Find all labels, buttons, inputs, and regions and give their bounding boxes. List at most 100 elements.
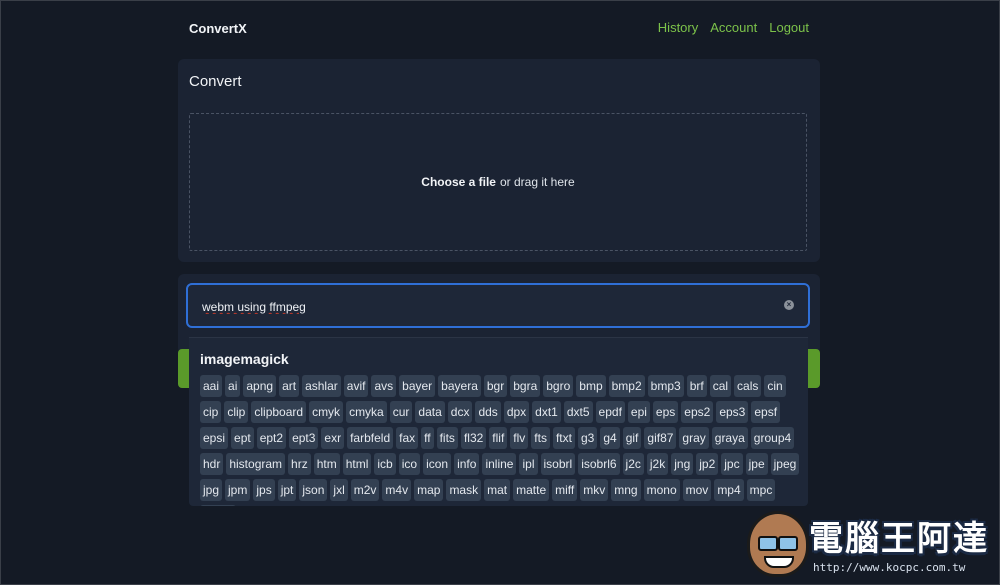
format-option-epi[interactable]: epi — [627, 401, 650, 423]
format-option-m4v[interactable]: m4v — [382, 479, 412, 501]
format-option-g3[interactable]: g3 — [577, 427, 598, 449]
format-option-json[interactable]: json — [299, 479, 328, 501]
format-option-flif[interactable]: flif — [489, 427, 508, 449]
format-option-avif[interactable]: avif — [343, 375, 369, 397]
format-option-cal[interactable]: cal — [709, 375, 732, 397]
format-option-epsf[interactable]: epsf — [751, 401, 781, 423]
format-option-bgr[interactable]: bgr — [483, 375, 508, 397]
target-search-box[interactable]: × — [186, 283, 810, 328]
format-option-jpt[interactable]: jpt — [277, 479, 297, 501]
format-option-aai[interactable]: aai — [200, 375, 223, 397]
format-option-ai[interactable]: ai — [225, 375, 241, 397]
format-option-gray[interactable]: gray — [679, 427, 709, 449]
format-option-cin[interactable]: cin — [764, 375, 786, 397]
format-option-map[interactable]: map — [414, 479, 444, 501]
format-option-isobrl[interactable]: isobrl — [540, 453, 576, 475]
format-option-cur[interactable]: cur — [389, 401, 413, 423]
format-option-ept2[interactable]: ept2 — [256, 427, 287, 449]
format-option-jpm[interactable]: jpm — [225, 479, 251, 501]
format-option-j2k[interactable]: j2k — [646, 453, 669, 475]
format-option-art[interactable]: art — [279, 375, 300, 397]
format-option-brf[interactable]: brf — [686, 375, 707, 397]
format-option-epsi[interactable]: epsi — [200, 427, 229, 449]
format-option-eps[interactable]: eps — [652, 401, 679, 423]
format-option-ashlar[interactable]: ashlar — [302, 375, 341, 397]
format-option-html[interactable]: html — [342, 453, 372, 475]
format-option-gif[interactable]: gif — [622, 427, 642, 449]
target-search-input[interactable] — [200, 296, 764, 318]
format-option-mp4[interactable]: mp4 — [714, 479, 744, 501]
format-option-jng[interactable]: jng — [671, 453, 694, 475]
brand-logo[interactable]: ConvertX — [189, 21, 247, 36]
format-option-dpx[interactable]: dpx — [503, 401, 530, 423]
format-option-eps2[interactable]: eps2 — [681, 401, 714, 423]
format-option-ftxt[interactable]: ftxt — [552, 427, 575, 449]
format-option-cmyk[interactable]: cmyk — [309, 401, 344, 423]
format-option-mpc[interactable]: mpc — [746, 479, 776, 501]
format-option-matte[interactable]: matte — [513, 479, 550, 501]
format-option-data[interactable]: data — [415, 401, 445, 423]
nav-link-history[interactable]: History — [658, 20, 698, 35]
format-option-fits[interactable]: fits — [436, 427, 458, 449]
format-option-mng[interactable]: mng — [611, 479, 641, 501]
format-option-mkv[interactable]: mkv — [580, 479, 609, 501]
format-option-mono[interactable]: mono — [643, 479, 680, 501]
format-option-fax[interactable]: fax — [396, 427, 419, 449]
nav-link-logout[interactable]: Logout — [769, 20, 809, 35]
format-option-jpg[interactable]: jpg — [200, 479, 223, 501]
format-option-bayera[interactable]: bayera — [438, 375, 481, 397]
format-option-m2v[interactable]: m2v — [350, 479, 380, 501]
format-option-dcx[interactable]: dcx — [447, 401, 473, 423]
format-option-bmp3[interactable]: bmp3 — [647, 375, 684, 397]
format-option-dds[interactable]: dds — [475, 401, 501, 423]
format-option-fl32[interactable]: fl32 — [460, 427, 487, 449]
format-option-bmp2[interactable]: bmp2 — [608, 375, 645, 397]
format-option-ept[interactable]: ept — [231, 427, 254, 449]
format-option-jpc[interactable]: jpc — [721, 453, 743, 475]
format-option-miff[interactable]: miff — [552, 479, 578, 501]
format-option-apng[interactable]: apng — [243, 375, 277, 397]
clear-icon[interactable]: × — [784, 300, 794, 310]
format-option-mat[interactable]: mat — [484, 479, 511, 501]
format-option-dxt5[interactable]: dxt5 — [563, 401, 593, 423]
format-option-hdr[interactable]: hdr — [200, 453, 224, 475]
format-option-info[interactable]: info — [454, 453, 480, 475]
format-option-eps3[interactable]: eps3 — [716, 401, 749, 423]
choose-file-link[interactable]: Choose a file — [421, 175, 496, 189]
format-option-hrz[interactable]: hrz — [288, 453, 311, 475]
format-option-isobrl6[interactable]: isobrl6 — [578, 453, 620, 475]
format-option-dxt1[interactable]: dxt1 — [532, 401, 561, 423]
format-option-ept3[interactable]: ept3 — [289, 427, 319, 449]
format-option-ico[interactable]: ico — [398, 453, 421, 475]
format-option-bgro[interactable]: bgro — [543, 375, 574, 397]
format-option-bayer[interactable]: bayer — [399, 375, 436, 397]
format-option-mov[interactable]: mov — [682, 479, 712, 501]
format-option-clipboard[interactable]: clipboard — [251, 401, 307, 423]
format-option-fts[interactable]: fts — [531, 427, 550, 449]
format-option-cmyka[interactable]: cmyka — [346, 401, 387, 423]
format-option-mpeg[interactable]: mpeg — [200, 505, 237, 506]
format-option-j2c[interactable]: j2c — [622, 453, 644, 475]
format-option-bmp[interactable]: bmp — [576, 375, 606, 397]
format-option-ipl[interactable]: ipl — [519, 453, 538, 475]
format-option-bgra[interactable]: bgra — [510, 375, 541, 397]
format-option-epdf[interactable]: epdf — [595, 401, 625, 423]
format-option-inline[interactable]: inline — [482, 453, 517, 475]
format-option-g4[interactable]: g4 — [600, 427, 620, 449]
format-option-icb[interactable]: icb — [374, 453, 396, 475]
format-option-jxl[interactable]: jxl — [330, 479, 348, 501]
format-option-cals[interactable]: cals — [734, 375, 762, 397]
format-option-gif87[interactable]: gif87 — [644, 427, 677, 449]
format-option-exr[interactable]: exr — [321, 427, 345, 449]
format-option-jps[interactable]: jps — [253, 479, 275, 501]
format-option-icon[interactable]: icon — [423, 453, 452, 475]
format-option-graya[interactable]: graya — [711, 427, 748, 449]
format-option-farbfeld[interactable]: farbfeld — [347, 427, 394, 449]
format-option-cip[interactable]: cip — [200, 401, 222, 423]
format-option-group4[interactable]: group4 — [750, 427, 795, 449]
format-option-histogram[interactable]: histogram — [226, 453, 286, 475]
format-option-jp2[interactable]: jp2 — [696, 453, 719, 475]
format-option-mask[interactable]: mask — [446, 479, 482, 501]
format-option-htm[interactable]: htm — [313, 453, 340, 475]
format-option-avs[interactable]: avs — [371, 375, 397, 397]
